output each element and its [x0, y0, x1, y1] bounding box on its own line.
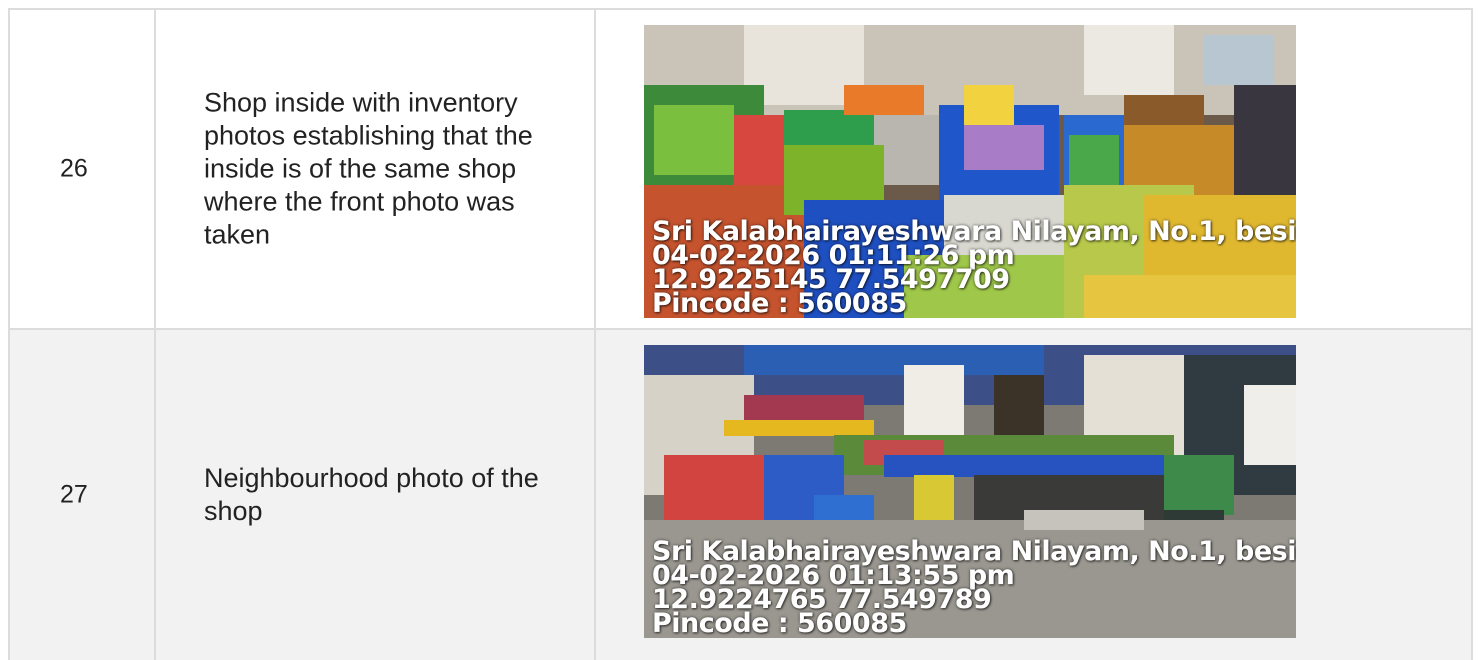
photo-geotag-stamp: Sri Kalabhairayeshwara Nilayam, No.1, be…: [652, 538, 1296, 638]
stamp-pincode: Pincode : 560085: [652, 288, 907, 318]
photo-cell: Sri Kalabhairayeshwara Nilayam, No.1, be…: [594, 10, 1473, 328]
row-description: Shop inside with inventory photos establ…: [204, 87, 533, 250]
row-number-cell: 26: [8, 10, 154, 328]
row-description: Neighbourhood photo of the shop: [204, 463, 539, 526]
row-number-cell: 27: [8, 330, 154, 660]
inventory-photo[interactable]: Sri Kalabhairayeshwara Nilayam, No.1, be…: [644, 25, 1296, 318]
description-cell: Neighbourhood photo of the shop: [154, 330, 594, 660]
table-row: 27 Neighbourhood photo of the shop Sri K…: [8, 330, 1473, 660]
photo-geotag-stamp: Sri Kalabhairayeshwara Nilayam, No.1, be…: [652, 218, 1296, 318]
stamp-pincode: Pincode : 560085: [652, 608, 907, 638]
table-row: 26 Shop inside with inventory photos est…: [8, 10, 1473, 330]
photo-cell: Sri Kalabhairayeshwara Nilayam, No.1, be…: [594, 330, 1473, 660]
row-number: 27: [60, 480, 88, 509]
row-number: 26: [60, 154, 88, 183]
neighbourhood-photo[interactable]: Sri Kalabhairayeshwara Nilayam, No.1, be…: [644, 345, 1296, 638]
description-cell: Shop inside with inventory photos establ…: [154, 10, 594, 328]
evidence-table: 26 Shop inside with inventory photos est…: [8, 8, 1473, 660]
